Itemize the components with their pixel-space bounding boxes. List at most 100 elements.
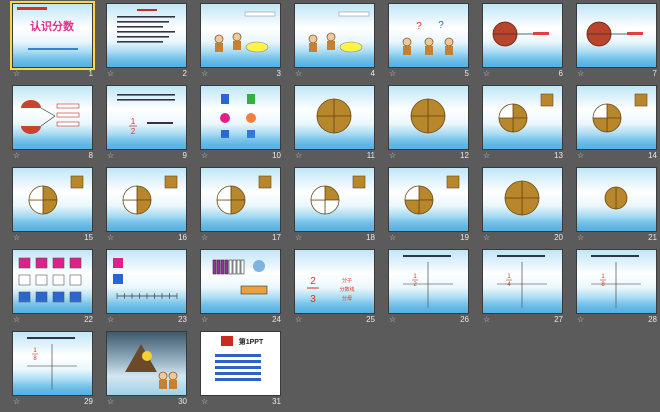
slide-cell-13[interactable]: ☆ 13 bbox=[480, 84, 575, 166]
slide-thumbnail[interactable]: ?? bbox=[388, 3, 469, 68]
slide-thumbnail[interactable] bbox=[294, 167, 375, 232]
fraction-denominator: 8 bbox=[33, 356, 37, 362]
slide-cell-9[interactable]: 1 2 ☆ 9 bbox=[104, 84, 199, 166]
slide-thumbnail[interactable] bbox=[200, 249, 281, 314]
pie-slice bbox=[230, 185, 246, 201]
fraction-denominator: 8 bbox=[601, 282, 605, 288]
slide-cell-28[interactable]: 1 8 ☆ 28 bbox=[574, 248, 660, 330]
slide-thumbnail[interactable] bbox=[294, 3, 375, 68]
slide-cell-1[interactable]: 认识分数 ☆ 1 bbox=[10, 1, 105, 84]
text-line bbox=[497, 255, 545, 257]
slide-cell-12[interactable]: ☆ 12 bbox=[386, 84, 481, 166]
slide-thumbnail[interactable] bbox=[106, 3, 187, 68]
slide-cell-8[interactable]: ☆ 8 bbox=[10, 84, 105, 166]
slide-cell-25[interactable]: 23分子分数线分母☆25 bbox=[292, 248, 387, 330]
text-line bbox=[117, 94, 175, 96]
slide-number: 14 bbox=[648, 151, 657, 160]
slide-thumbnail[interactable] bbox=[106, 249, 187, 314]
sea-background bbox=[201, 299, 280, 313]
slide-number: 4 bbox=[370, 69, 375, 78]
slide-thumbnail[interactable] bbox=[12, 167, 93, 232]
fraction-numerator: 1 bbox=[131, 117, 136, 126]
slide-cell-27[interactable]: 1 4 ☆ 27 bbox=[480, 248, 575, 330]
shape-tile bbox=[69, 274, 82, 286]
square-tile bbox=[113, 258, 123, 268]
pie-slice bbox=[216, 185, 232, 201]
header-bar bbox=[17, 7, 47, 10]
character-right-body bbox=[233, 41, 241, 50]
slide-thumbnail[interactable]: 12 bbox=[388, 249, 469, 314]
sea-background bbox=[389, 135, 468, 149]
slide-thumbnail[interactable] bbox=[200, 85, 281, 150]
pie-slice bbox=[592, 103, 608, 119]
transition-star-icon: ☆ bbox=[577, 315, 585, 324]
slide-cell-21[interactable]: ☆ 21 bbox=[574, 166, 660, 248]
pie-slice bbox=[512, 103, 528, 119]
slide-thumbnail[interactable]: 18 bbox=[12, 331, 93, 396]
slide-cell-19[interactable]: ☆ 19 bbox=[386, 166, 481, 248]
slide-cell-23[interactable]: ☆ 23 bbox=[104, 248, 199, 330]
slide-thumbnail[interactable] bbox=[576, 167, 657, 232]
slide-thumbnail[interactable]: 12 bbox=[106, 85, 187, 150]
transition-star-icon: ☆ bbox=[13, 233, 21, 242]
slide-thumbnail[interactable]: 认识分数 bbox=[10, 1, 95, 70]
slide-thumbnail[interactable] bbox=[200, 167, 281, 232]
sea-background bbox=[483, 135, 562, 149]
slide-cell-17[interactable]: ☆ 17 bbox=[198, 166, 293, 248]
slide-cell-26[interactable]: 1 2 ☆ 26 bbox=[386, 248, 481, 330]
slide-cell-22[interactable]: ☆ 22 bbox=[10, 248, 105, 330]
slide-number: 31 bbox=[272, 397, 281, 406]
slide-thumbnail[interactable] bbox=[388, 85, 469, 150]
pie-slice bbox=[136, 199, 152, 215]
slide-cell-6[interactable]: ☆ 6 bbox=[480, 2, 575, 84]
slide-cell-29[interactable]: 1 8 ☆ 29 bbox=[10, 330, 105, 412]
slide-cell-5[interactable]: ?? ☆ 5 bbox=[386, 2, 481, 84]
slide-thumbnail[interactable] bbox=[482, 167, 563, 232]
slide-thumbnail-graphic: 第1PPT bbox=[215, 336, 264, 381]
slide-thumbnail[interactable] bbox=[12, 249, 93, 314]
slide-thumbnail[interactable] bbox=[106, 167, 187, 232]
slide-thumbnail[interactable]: 18 bbox=[576, 249, 657, 314]
slide-thumbnail[interactable]: 14 bbox=[482, 249, 563, 314]
slide-cell-4[interactable]: ☆ 4 bbox=[292, 2, 387, 84]
sea-background bbox=[389, 217, 468, 231]
slide-cell-16[interactable]: ☆ 16 bbox=[104, 166, 199, 248]
slide-cell-15[interactable]: ☆ 15 bbox=[10, 166, 105, 248]
fraction-part-label: 分数线 bbox=[339, 286, 354, 293]
slide-thumbnail[interactable] bbox=[294, 85, 375, 150]
slide-cell-24[interactable]: ☆ 24 bbox=[198, 248, 293, 330]
slide-thumbnail[interactable] bbox=[388, 167, 469, 232]
speech-bubble bbox=[339, 41, 363, 53]
slide-cell-7[interactable]: ☆ 7 bbox=[574, 2, 660, 84]
slide-thumbnail[interactable] bbox=[482, 85, 563, 150]
pie-slice bbox=[512, 117, 528, 133]
slide-thumbnail[interactable]: 第1PPT bbox=[200, 331, 281, 396]
slide-cell-18[interactable]: ☆ 18 bbox=[292, 166, 387, 248]
slide-thumbnail[interactable] bbox=[106, 331, 187, 396]
slide-thumbnail[interactable] bbox=[576, 3, 657, 68]
slide-thumbnail[interactable] bbox=[576, 85, 657, 150]
transition-star-icon: ☆ bbox=[107, 151, 115, 160]
slide-cell-3[interactable]: ☆ 3 bbox=[198, 2, 293, 84]
slide-thumbnail[interactable] bbox=[12, 85, 93, 150]
sea-background bbox=[295, 299, 374, 313]
slide-number: 18 bbox=[366, 233, 375, 242]
slide-thumbnail[interactable]: 23分子分数线分母 bbox=[294, 249, 375, 314]
transition-star-icon: ☆ bbox=[107, 69, 115, 78]
slide-cell-31[interactable]: 第1PPT ☆ 31 bbox=[198, 330, 293, 412]
slide-cell-10[interactable]: ☆ 10 bbox=[198, 84, 293, 166]
character-middle-head bbox=[424, 37, 434, 47]
slide-cell-14[interactable]: ☆ 14 bbox=[574, 84, 660, 166]
sea-background bbox=[389, 53, 468, 67]
slide-thumbnail[interactable] bbox=[200, 3, 281, 68]
transition-star-icon: ☆ bbox=[201, 397, 209, 406]
slide-cell-11[interactable]: ☆ 11 bbox=[292, 84, 387, 166]
slide-cell-30[interactable]: ☆ 30 bbox=[104, 330, 199, 412]
slide-cell-2[interactable]: ☆ 2 bbox=[104, 2, 199, 84]
ad-line bbox=[215, 354, 261, 357]
slide-thumbnail[interactable] bbox=[482, 3, 563, 68]
slide-number: 27 bbox=[554, 315, 563, 324]
bar-segment bbox=[212, 259, 217, 275]
slide-cell-20[interactable]: ☆ 20 bbox=[480, 166, 575, 248]
text-line bbox=[117, 99, 175, 101]
